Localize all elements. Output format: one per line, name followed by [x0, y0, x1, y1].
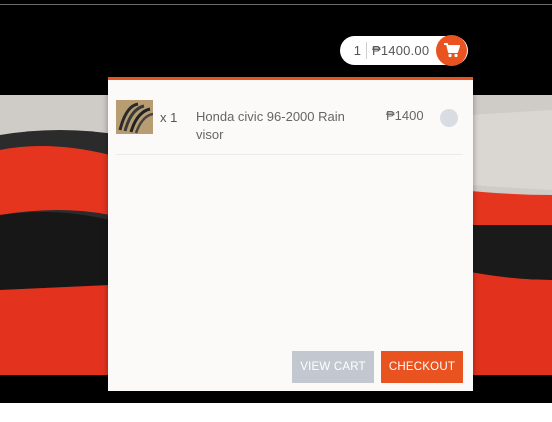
checkout-button[interactable]: CHECKOUT — [381, 351, 463, 383]
footer-strip — [0, 403, 459, 422]
cart-item-count: 1 — [353, 43, 361, 58]
shopping-cart-icon[interactable] — [436, 35, 467, 66]
cart-item-row: x 1 Honda civic 96-2000 Rain visor ₱1400 — [116, 98, 463, 155]
item-name-link[interactable]: Honda civic 96-2000 Rain visor — [196, 108, 366, 144]
item-price: ₱1400 — [386, 108, 424, 123]
view-cart-button[interactable]: VIEW CART — [292, 351, 374, 383]
item-quantity: x 1 — [160, 110, 178, 125]
product-thumbnail[interactable] — [116, 100, 153, 134]
mini-cart-dropdown: x 1 Honda civic 96-2000 Rain visor ₱1400… — [108, 77, 473, 391]
remove-item-icon[interactable] — [440, 109, 458, 127]
cart-summary-button[interactable]: 1 ₱1400.00 — [340, 35, 468, 66]
header-divider — [0, 4, 552, 5]
cart-total: ₱1400.00 — [372, 43, 430, 58]
